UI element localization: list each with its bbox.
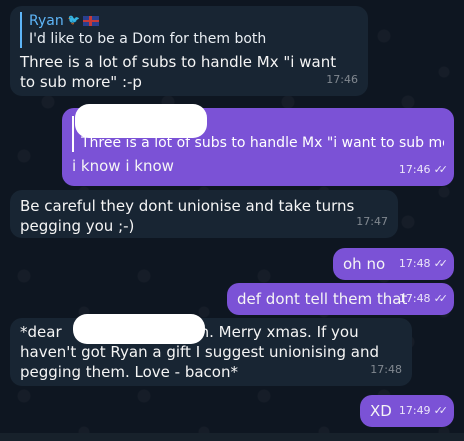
message-time: 17:46 bbox=[326, 73, 358, 86]
composer-bar-edge bbox=[0, 433, 464, 441]
message-time: 17:48 ✓✓ bbox=[398, 289, 449, 309]
message-outgoing[interactable]: XD 17:49 ✓✓ bbox=[360, 395, 454, 427]
redaction-mark bbox=[73, 314, 205, 344]
time-value: 17:46 bbox=[398, 163, 431, 176]
message-text: def dont tell them that bbox=[237, 290, 408, 308]
time-value: 17:49 bbox=[398, 404, 431, 417]
time-value: 17:48 bbox=[398, 292, 431, 305]
bird-icon: 🐦 bbox=[67, 15, 81, 26]
message-text-start: *dear bbox=[20, 323, 62, 341]
uk-flag-icon bbox=[83, 16, 100, 26]
message-time: 17:49 ✓✓ bbox=[398, 401, 449, 421]
read-checks-icon: ✓✓ bbox=[433, 292, 449, 305]
read-checks-icon: ✓✓ bbox=[433, 257, 449, 270]
message-outgoing[interactable]: def dont tell them that 17:48 ✓✓ bbox=[227, 283, 454, 315]
time-value: 17:48 bbox=[398, 257, 431, 270]
message-text: Three is a lot of subs to handle Mx "i w… bbox=[20, 53, 337, 91]
message-text: i know i know bbox=[72, 157, 174, 175]
read-checks-icon: ✓✓ bbox=[433, 163, 449, 176]
reply-text: I'd like to be a Dom for them both bbox=[29, 31, 267, 47]
reply-sender-row: Ryan 🐦 bbox=[29, 12, 358, 30]
message-time: 17:48 ✓✓ bbox=[398, 254, 449, 274]
message-text: oh no bbox=[343, 255, 386, 273]
message-time: 17:46 ✓✓ bbox=[398, 160, 449, 180]
message-time: 17:47 bbox=[356, 215, 388, 228]
reply-quote[interactable]: Ryan 🐦 I'd like to be a Dom for them both bbox=[20, 12, 358, 48]
message-text: Be careful they dont unionise and take t… bbox=[20, 197, 355, 235]
redaction-mark bbox=[75, 104, 207, 138]
message-outgoing[interactable]: oh no 17:48 ✓✓ bbox=[333, 248, 454, 280]
message-text: XD bbox=[370, 402, 392, 420]
message-time: 17:48 bbox=[370, 363, 402, 376]
message-incoming[interactable]: *dear n. Merry xmas. If you haven't got R… bbox=[10, 318, 412, 386]
read-checks-icon: ✓✓ bbox=[433, 404, 449, 417]
message-incoming[interactable]: Ryan 🐦 I'd like to be a Dom for them both… bbox=[10, 6, 368, 96]
message-incoming[interactable]: Be careful they dont unionise and take t… bbox=[10, 190, 398, 238]
reply-sender-name: Ryan bbox=[29, 13, 64, 29]
